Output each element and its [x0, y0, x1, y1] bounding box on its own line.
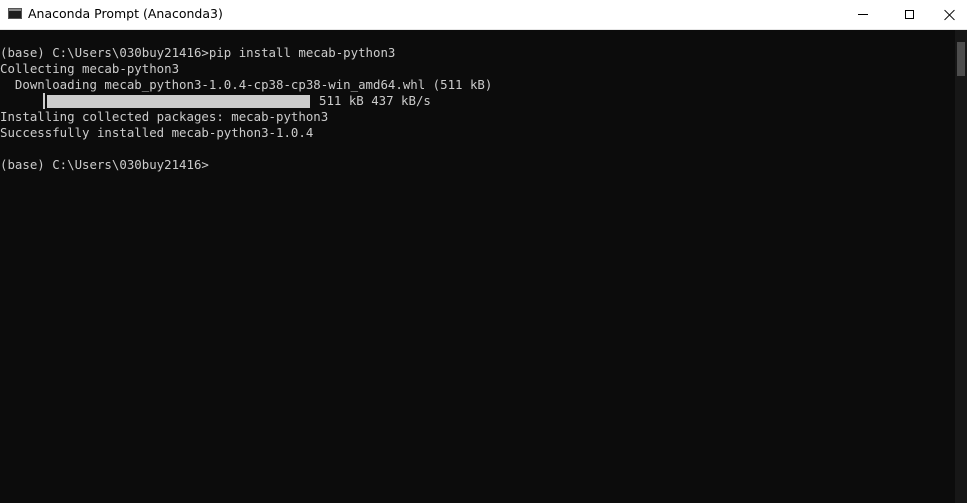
anaconda-prompt-window: Anaconda Prompt (Anaconda3) (base) C:\Us…	[0, 0, 967, 503]
download-progress-text: 511 kB 437 kB/s	[319, 93, 431, 108]
console-line: Installing collected packages: mecab-pyt…	[0, 109, 329, 124]
window-title: Anaconda Prompt (Anaconda3)	[28, 6, 223, 21]
console-icon	[8, 8, 22, 19]
scrollbar-thumb[interactable]	[957, 42, 965, 76]
close-button[interactable]	[932, 0, 967, 29]
minimize-button[interactable]	[840, 0, 886, 29]
title-bar[interactable]: Anaconda Prompt (Anaconda3)	[0, 0, 967, 30]
close-icon	[944, 9, 956, 21]
download-progress-bar	[47, 95, 310, 108]
minimize-icon	[858, 14, 868, 15]
console-prompt-line: (base) C:\Users\030buy21416>	[0, 157, 209, 172]
console-line: Successfully installed mecab-python3-1.0…	[0, 125, 314, 140]
console-output[interactable]: (base) C:\Users\030buy21416>pip install …	[0, 30, 955, 503]
console-line: (base) C:\Users\030buy21416>pip install …	[0, 45, 396, 60]
console-line: Downloading mecab_python3-1.0.4-cp38-cp3…	[0, 77, 493, 92]
maximize-button[interactable]	[886, 0, 932, 29]
progress-bar-start	[43, 93, 45, 109]
vertical-scrollbar[interactable]	[955, 30, 967, 503]
download-progress-fill	[47, 95, 310, 108]
download-progress-line: 511 kB 437 kB/s	[0, 93, 955, 109]
maximize-icon	[904, 10, 914, 19]
console-line: Collecting mecab-python3	[0, 61, 180, 76]
